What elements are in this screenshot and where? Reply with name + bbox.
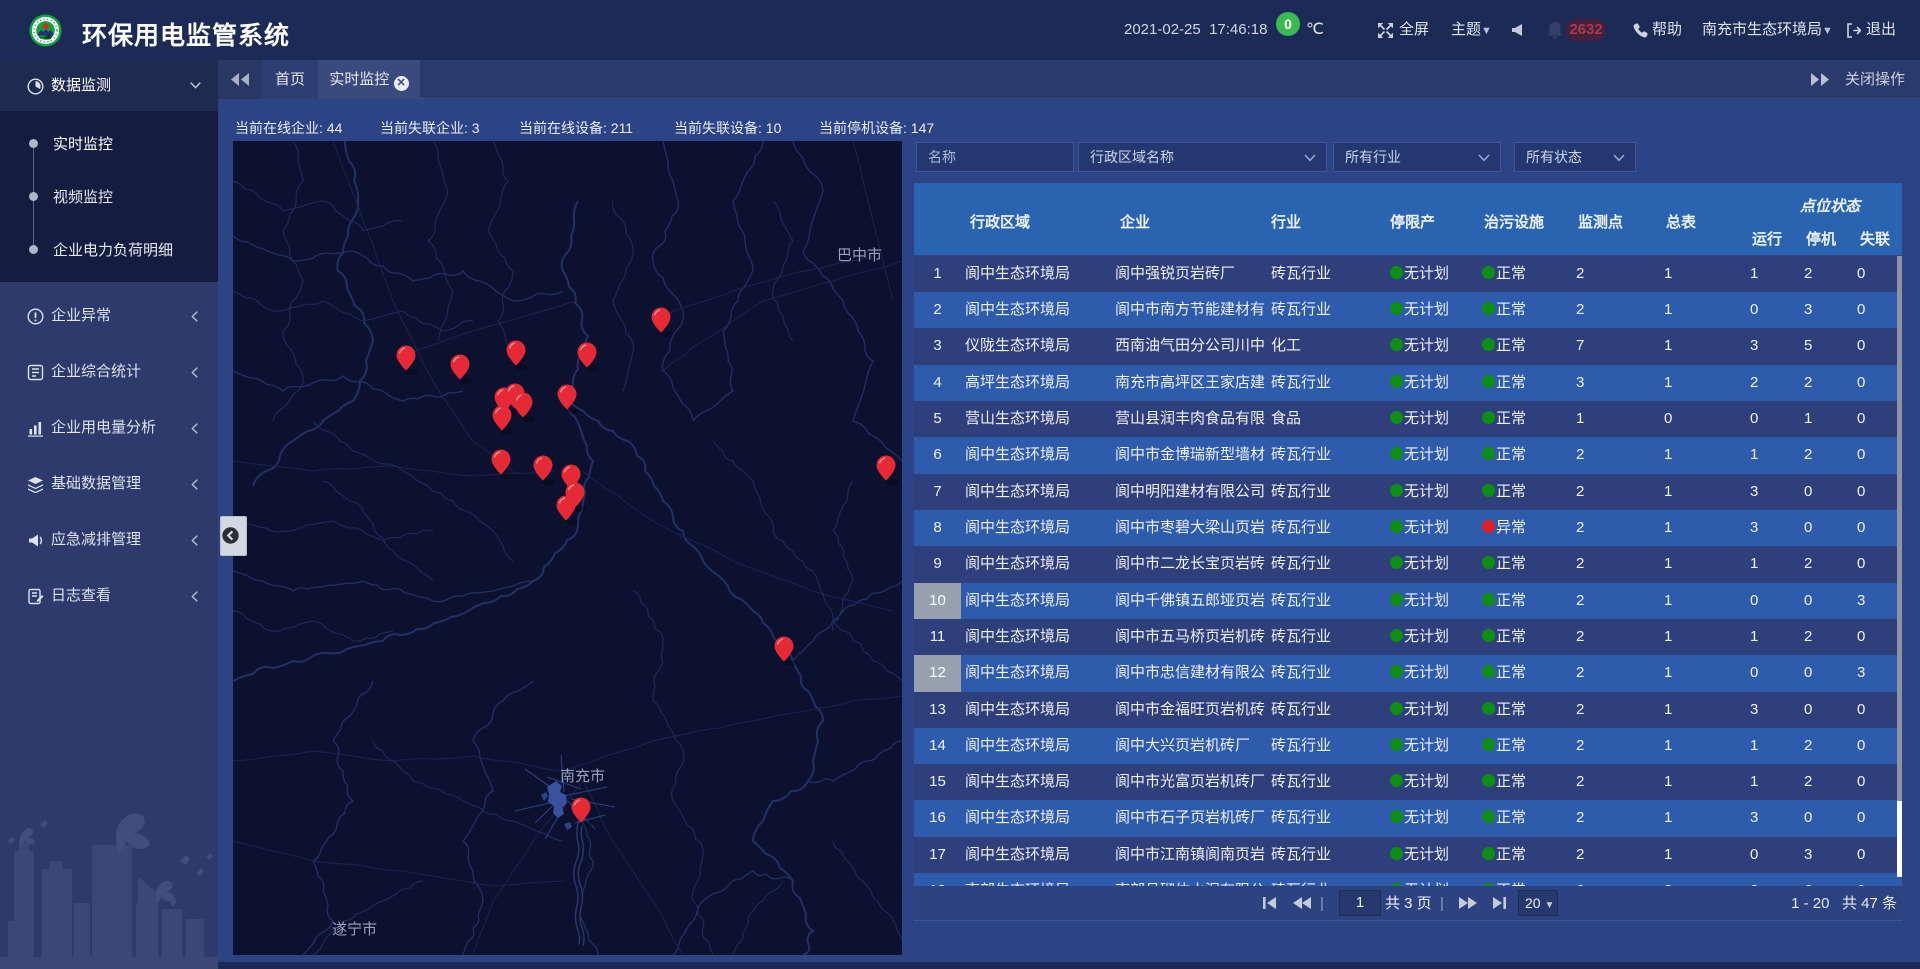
svg-text:巴中市: 巴中市: [837, 247, 882, 264]
svg-text:南充市: 南充市: [560, 768, 605, 785]
svg-text:遂宁市: 遂宁市: [332, 921, 377, 938]
